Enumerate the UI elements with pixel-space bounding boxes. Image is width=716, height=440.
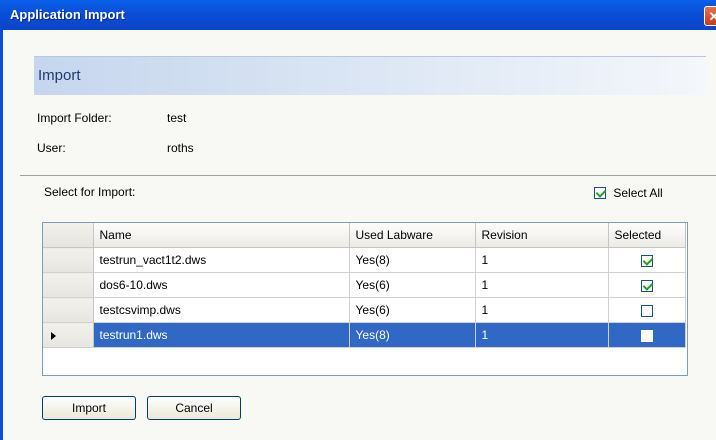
window-title: Application Import xyxy=(10,7,125,22)
cell-name[interactable]: testrun_vact1t2.dws xyxy=(93,247,350,273)
title-bar[interactable]: Application Import ✕ xyxy=(0,0,716,30)
column-header-name[interactable]: Name xyxy=(93,223,350,248)
table-row[interactable]: dos6-10.dws Yes(6) 1 xyxy=(43,272,686,298)
cell-used-labware[interactable]: Yes(6) xyxy=(349,297,476,323)
row-header-corner[interactable] xyxy=(43,223,94,248)
table-row[interactable]: testrun1.dws Yes(8) 1 xyxy=(43,322,686,348)
cell-selected[interactable] xyxy=(608,297,686,323)
select-all-control[interactable]: Select All xyxy=(594,185,663,200)
row-select-checkbox[interactable] xyxy=(640,329,653,342)
close-icon[interactable]: ✕ xyxy=(704,6,716,26)
grid-header-row: Name Used Labware Revision Selected xyxy=(43,223,686,248)
column-header-selected[interactable]: Selected xyxy=(608,223,686,248)
cell-used-labware[interactable]: Yes(6) xyxy=(349,272,476,298)
cell-selected[interactable] xyxy=(608,247,686,273)
import-folder-value: test xyxy=(167,111,187,125)
table-row[interactable]: testcsvimp.dws Yes(6) 1 xyxy=(43,297,686,323)
import-folder-label: Import Folder: xyxy=(37,111,112,125)
row-select-checkbox[interactable] xyxy=(640,279,653,292)
select-all-checkbox[interactable] xyxy=(594,186,606,199)
row-select-checkbox[interactable] xyxy=(640,304,653,317)
cell-revision[interactable]: 1 xyxy=(475,297,609,323)
divider xyxy=(20,175,716,176)
application-import-dialog: Application Import ✕ Import Import Folde… xyxy=(0,0,716,440)
table-row[interactable]: testrun_vact1t2.dws Yes(8) 1 xyxy=(43,247,686,273)
import-grid[interactable]: Name Used Labware Revision Selected test… xyxy=(42,222,688,376)
cell-revision[interactable]: 1 xyxy=(475,272,609,298)
cell-name[interactable]: testcsvimp.dws xyxy=(93,297,350,323)
import-button[interactable]: Import xyxy=(42,396,136,420)
cell-used-labware[interactable]: Yes(8) xyxy=(349,322,476,348)
row-header[interactable] xyxy=(43,297,94,323)
column-header-revision[interactable]: Revision xyxy=(475,223,609,248)
section-title: Import xyxy=(38,67,81,84)
cell-selected[interactable] xyxy=(608,272,686,298)
row-header[interactable] xyxy=(43,247,94,273)
cancel-button[interactable]: Cancel xyxy=(147,396,241,420)
row-header[interactable] xyxy=(43,322,94,348)
cell-used-labware[interactable]: Yes(8) xyxy=(349,247,476,273)
column-header-used-labware[interactable]: Used Labware xyxy=(349,223,476,248)
select-all-label: Select All xyxy=(613,185,663,200)
section-header: Import xyxy=(34,56,706,95)
window-frame xyxy=(0,30,3,440)
cell-name[interactable]: dos6-10.dws xyxy=(93,272,350,298)
row-header[interactable] xyxy=(43,272,94,298)
current-row-arrow-icon xyxy=(51,331,56,340)
cell-name[interactable]: testrun1.dws xyxy=(93,322,350,348)
cell-revision[interactable]: 1 xyxy=(475,322,609,348)
user-label: User: xyxy=(37,141,66,155)
cell-revision[interactable]: 1 xyxy=(475,247,609,273)
row-select-checkbox[interactable] xyxy=(640,254,653,267)
select-for-import-label: Select for Import: xyxy=(44,185,136,199)
cell-selected[interactable] xyxy=(608,322,686,348)
user-value: roths xyxy=(167,141,194,155)
